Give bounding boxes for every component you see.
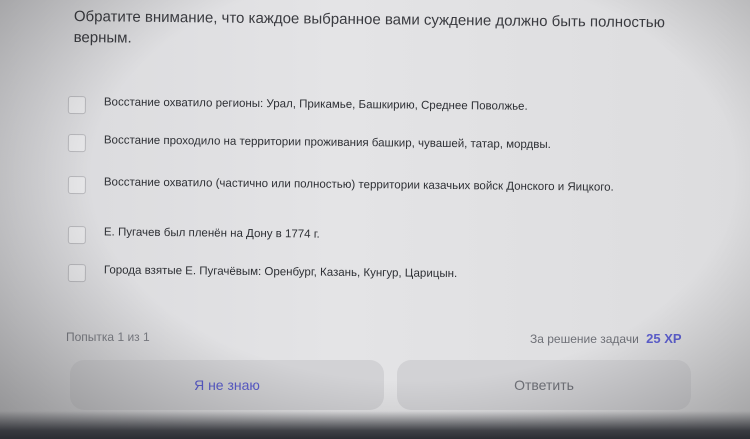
option-2-label: Восстание проходило на территории прожив… xyxy=(103,134,551,152)
option-1-label: Восстание охватило регионы: Урал, Прикам… xyxy=(103,96,528,113)
reward-label: За решение задачи xyxy=(530,332,639,346)
instruction-text: Обратите внимание, что каждое выбранное … xyxy=(73,7,665,47)
option-3[interactable]: Восстание охватило (частично или полност… xyxy=(67,174,664,200)
reward-info: За решение задачи 25 XP xyxy=(530,331,682,346)
attempt-counter: Попытка 1 из 1 xyxy=(66,330,150,344)
checkbox-5[interactable] xyxy=(67,263,86,283)
checkbox-1[interactable] xyxy=(67,95,86,115)
answer-button[interactable]: Ответить xyxy=(397,360,691,410)
option-4-label: Е. Пугачев был пленён на Дону в 1774 г. xyxy=(103,226,320,241)
checkbox-2[interactable] xyxy=(67,133,86,153)
checkbox-4[interactable] xyxy=(67,225,86,245)
option-4[interactable]: Е. Пугачев был пленён на Дону в 1774 г. xyxy=(67,224,664,250)
option-5[interactable]: Города взятые Е. Пугачёвым: Оренбург, Ка… xyxy=(67,262,664,288)
option-5-label: Города взятые Е. Пугачёвым: Оренбург, Ка… xyxy=(103,264,458,281)
checkbox-3[interactable] xyxy=(67,175,86,195)
screen-bezel xyxy=(0,411,750,439)
xp-badge: 25 XP xyxy=(646,331,682,346)
quiz-screen: Обратите внимание, что каждое выбранное … xyxy=(0,0,750,439)
option-2[interactable]: Восстание проходило на территории прожив… xyxy=(67,132,664,158)
dont-know-button[interactable]: Я не знаю xyxy=(70,360,384,410)
option-1[interactable]: Восстание охватило регионы: Урал, Прикам… xyxy=(67,94,664,120)
option-3-label: Восстание охватило (частично или полност… xyxy=(103,176,614,194)
